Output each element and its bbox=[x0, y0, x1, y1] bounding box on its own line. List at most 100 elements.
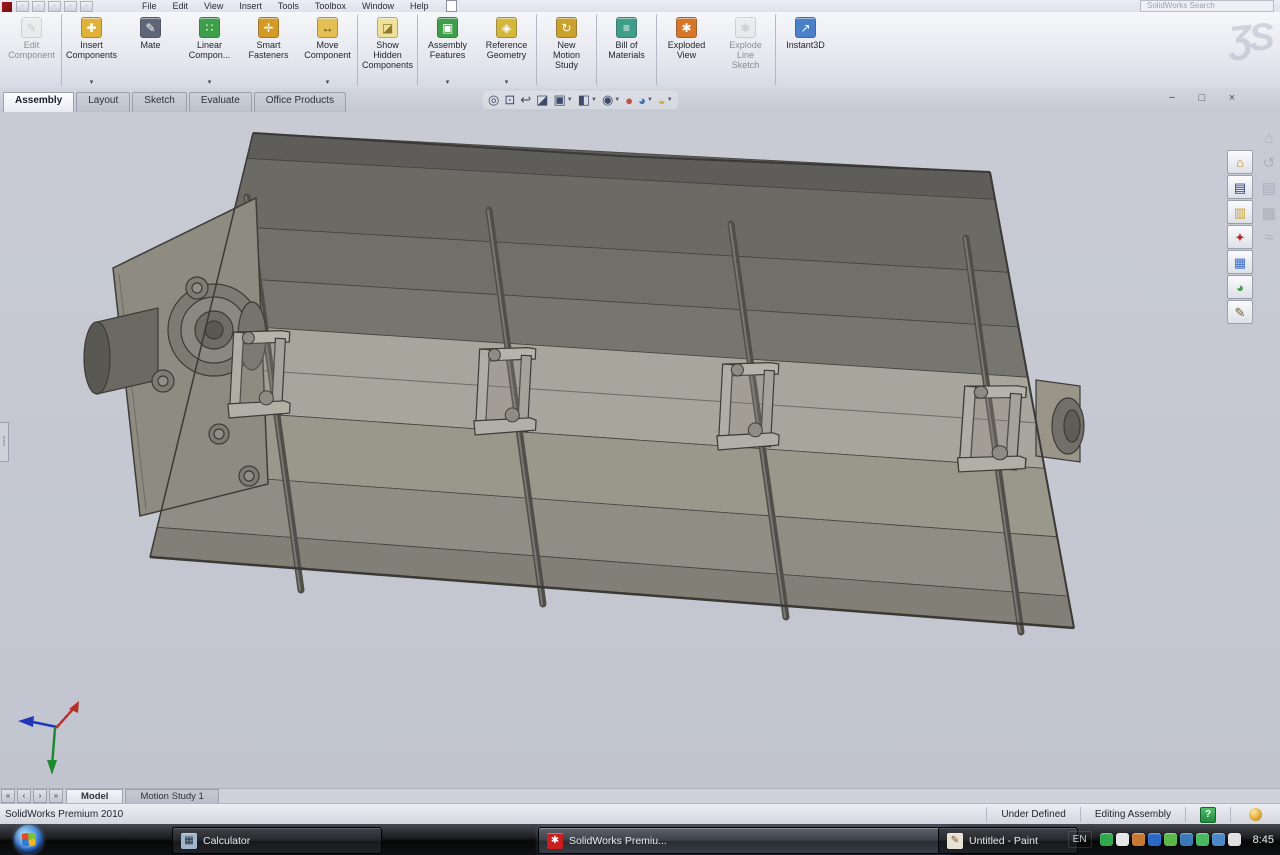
tab-evaluate[interactable]: Evaluate bbox=[189, 92, 252, 112]
bracket-clip[interactable] bbox=[473, 345, 540, 438]
assembly-panel[interactable] bbox=[150, 133, 1074, 628]
dropdown-caret-icon[interactable]: ▼ bbox=[591, 97, 597, 103]
motion-nav-last-button[interactable]: » bbox=[49, 789, 63, 803]
motion-nav-first-button[interactable]: « bbox=[1, 789, 15, 803]
design-library-tab[interactable]: ▤ bbox=[1227, 175, 1253, 199]
edit-appearance-button[interactable]: ●▼ bbox=[623, 92, 635, 108]
dropdown-caret-icon[interactable]: ▾ bbox=[446, 78, 450, 86]
instant3d-button[interactable]: ↗ Instant3D ▾ bbox=[775, 14, 835, 86]
dropdown-caret-icon[interactable]: ▼ bbox=[614, 97, 620, 103]
close-document-button[interactable]: × bbox=[1222, 91, 1242, 107]
taskbar-button-calculator[interactable]: ▦ Calculator bbox=[172, 827, 382, 854]
toolbox-tab[interactable]: ✦ bbox=[1227, 225, 1253, 249]
minimize-document-button[interactable]: − bbox=[1162, 91, 1182, 107]
bracket-clip[interactable] bbox=[957, 382, 1031, 477]
tray-network-icon[interactable] bbox=[1180, 833, 1193, 846]
dropdown-caret-icon[interactable]: ▼ bbox=[567, 97, 573, 103]
model-tab[interactable]: Model bbox=[66, 789, 123, 804]
tray-logoff-icon[interactable] bbox=[1196, 833, 1209, 846]
taskbar-clock[interactable]: 8:45 bbox=[1253, 834, 1274, 846]
assembly-model[interactable] bbox=[0, 112, 1280, 788]
feature-tree-splitter[interactable]: ┆ bbox=[0, 422, 9, 462]
tab-layout[interactable]: Layout bbox=[76, 92, 130, 112]
tray-balloon-icon[interactable] bbox=[1116, 833, 1129, 846]
quick-access-new-icon[interactable]: · bbox=[16, 1, 29, 12]
taskbar-button-solidworks[interactable]: ✱ SolidWorks Premiu... bbox=[538, 827, 953, 854]
dropdown-caret-icon[interactable]: ▾ bbox=[326, 78, 330, 86]
reference-geometry-button[interactable]: ◈ Reference Geometry ▾ bbox=[477, 14, 536, 86]
section-view-button[interactable]: ◪▼ bbox=[534, 92, 550, 108]
dropdown-caret-icon[interactable]: ▾ bbox=[90, 78, 94, 86]
solidworks-resources-tab[interactable]: ⌂ bbox=[1227, 150, 1253, 174]
menu-item[interactable]: View bbox=[196, 1, 231, 12]
menu-item[interactable]: Help bbox=[402, 1, 437, 12]
menu-item[interactable]: Toolbox bbox=[307, 1, 354, 12]
custom-properties-tab[interactable]: ✎ bbox=[1227, 300, 1253, 324]
new-motion-study-button[interactable]: ↻ New Motion Study ▾ bbox=[536, 14, 596, 86]
motion-nav-prev-button[interactable]: ‹ bbox=[17, 789, 31, 803]
dropdown-caret-icon[interactable]: ▼ bbox=[647, 97, 653, 103]
task-pane-ghost-icons: ⌂↺▤▦≈ bbox=[1262, 130, 1276, 246]
quick-tips-icon[interactable]: ? bbox=[1200, 807, 1216, 823]
assembly-features-button[interactable]: ▣ Assembly Features ▾ bbox=[417, 14, 477, 86]
zoom-to-fit-button[interactable]: ◎▼ bbox=[486, 92, 501, 108]
hide-show-items-button[interactable]: ◉▼ bbox=[600, 92, 622, 108]
zoom-to-area-button[interactable]: ⊡▼ bbox=[502, 92, 517, 108]
motion-study-tab[interactable]: Motion Study 1 bbox=[125, 789, 218, 804]
tray-volume-icon[interactable] bbox=[1228, 833, 1241, 846]
taskbar-button-paint[interactable]: ✎ Untitled - Paint bbox=[938, 827, 1078, 854]
view-orientation-button[interactable]: ▣▼ bbox=[551, 92, 574, 108]
linear-component-pattern-button[interactable]: ∷ Linear Compon... ▾ bbox=[180, 14, 239, 86]
restore-document-button[interactable]: □ bbox=[1192, 91, 1212, 107]
quick-access-open-icon[interactable]: · bbox=[32, 1, 45, 12]
solidworks-search-input[interactable]: SolidWorks Search bbox=[1140, 0, 1274, 12]
tray-display-icon[interactable] bbox=[1212, 833, 1225, 846]
quick-access-save-icon[interactable]: · bbox=[48, 1, 61, 12]
tray-media-icon[interactable] bbox=[1132, 833, 1145, 846]
file-explorer-tab[interactable]: ▥ bbox=[1227, 200, 1253, 224]
show-hidden-components-button[interactable]: ◪ Show Hidden Components ▾ bbox=[357, 14, 417, 86]
bracket-clip[interactable] bbox=[716, 360, 783, 453]
tab-sketch[interactable]: Sketch bbox=[132, 92, 187, 112]
smart-fasteners-button[interactable]: ✛ Smart Fasteners ▾ bbox=[239, 14, 298, 86]
shaft-stub[interactable] bbox=[84, 308, 158, 394]
quick-access-undo-icon[interactable]: · bbox=[80, 1, 93, 12]
menu-item[interactable]: File bbox=[134, 1, 165, 12]
bill-of-materials-button[interactable]: ≡ Bill of Materials ▾ bbox=[596, 14, 656, 86]
appearances-scenes-tab[interactable]: ◕ bbox=[1227, 275, 1253, 299]
insert-components-button[interactable]: ✚ Insert Components ▾ bbox=[61, 14, 121, 86]
move-component-button[interactable]: ↔ Move Component ▾ bbox=[298, 14, 357, 86]
motion-nav-next-button[interactable]: › bbox=[33, 789, 47, 803]
graphics-area[interactable]: ⌂↺▤▦≈ ⌂▤▥✦▦◕✎ ┆ bbox=[0, 112, 1280, 788]
edit-component-button[interactable]: ✎ Edit Component ▾ bbox=[2, 14, 61, 86]
tray-messenger-icon[interactable] bbox=[1164, 833, 1177, 846]
explode-line-sketch-button[interactable]: ✱ Explode Line Sketch ▾ bbox=[716, 14, 775, 86]
dropdown-caret-icon[interactable]: ▼ bbox=[667, 97, 673, 103]
menu-item[interactable]: Tools bbox=[270, 1, 307, 12]
help-sphere-icon[interactable] bbox=[1249, 808, 1262, 821]
tray-status-icon[interactable] bbox=[1100, 833, 1113, 846]
view-settings-button[interactable]: ◒▼ bbox=[656, 92, 675, 108]
tray-bluetooth-icon[interactable] bbox=[1148, 833, 1161, 846]
dropdown-caret-icon[interactable]: ▾ bbox=[505, 78, 509, 86]
bracket-clip[interactable] bbox=[227, 328, 294, 421]
tab-office-products[interactable]: Office Products bbox=[254, 92, 346, 112]
language-indicator[interactable]: EN bbox=[1068, 831, 1092, 848]
previous-view-button[interactable]: ↩▼ bbox=[518, 92, 533, 108]
display-style-button[interactable]: ◧▼ bbox=[576, 92, 599, 108]
menu-item[interactable]: Edit bbox=[165, 1, 197, 12]
dropdown-caret-icon[interactable]: ▾ bbox=[208, 78, 212, 86]
end-bearing-block[interactable] bbox=[1036, 380, 1084, 462]
view-palette-tab[interactable]: ▦ bbox=[1227, 250, 1253, 274]
paint-icon: ✎ bbox=[947, 833, 963, 849]
menu-item[interactable]: Window bbox=[354, 1, 402, 12]
start-button[interactable] bbox=[14, 825, 43, 854]
view-tool-icon: ↩ bbox=[520, 92, 531, 108]
mate-button[interactable]: ✎ Mate ▾ bbox=[121, 14, 180, 86]
menu-item[interactable]: Insert bbox=[231, 1, 270, 12]
exploded-view-button[interactable]: ✱ Exploded View ▾ bbox=[656, 14, 716, 86]
quick-access-print-icon[interactable]: · bbox=[64, 1, 77, 12]
apply-scene-button[interactable]: ◕▼ bbox=[636, 92, 655, 108]
tab-assembly[interactable]: Assembly bbox=[3, 92, 74, 112]
status-bar: SolidWorks Premium 2010 Under Defined Ed… bbox=[0, 803, 1280, 825]
